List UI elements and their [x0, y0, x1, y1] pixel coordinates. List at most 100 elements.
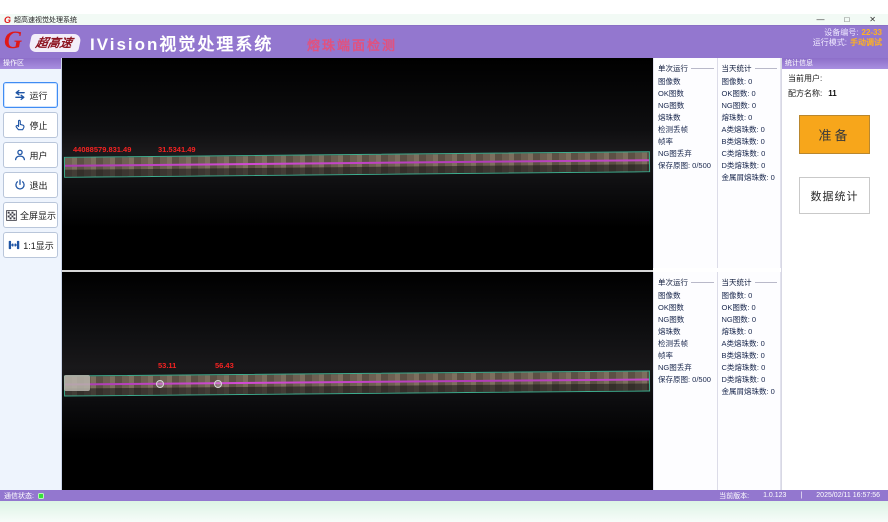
device-id-value: 22-33: [862, 28, 882, 37]
stat-row: NG图数: 0: [718, 314, 781, 326]
stats-column: 当天统计图像数: 0OK图数: 0NG图数: 0熔珠数: 0A类熔珠数: 0B类…: [718, 58, 781, 268]
stat-row: D类熔珠数: 0: [718, 160, 781, 172]
stat-row: D类熔珠数: 0: [718, 374, 781, 386]
stat-row: NG图数: 0: [718, 100, 781, 112]
stats-column-title: 单次运行: [654, 275, 717, 290]
stat-row: A类熔珠数: 0: [718, 124, 781, 136]
stats-column-title: 单次运行: [654, 61, 717, 76]
datetime-value: 2025/02/11 16:57:56: [816, 492, 880, 499]
measurement-annotation: 56.43: [215, 361, 234, 370]
one-to-one-button[interactable]: 1:1显示: [3, 232, 58, 258]
stat-row: C类熔珠数: 0: [718, 362, 781, 374]
stop-button-label: 停止: [29, 119, 47, 132]
measurement-annotation: 53.11: [158, 361, 176, 370]
comm-status-label: 通信状态:: [0, 491, 34, 501]
stat-row: B类熔珠数: 0: [718, 136, 781, 148]
app-title: IVision视觉处理系统: [90, 30, 273, 55]
brand-name: 超高速: [28, 34, 82, 52]
stat-row: 图像数: [654, 290, 717, 302]
stat-row: A类熔珠数: 0: [718, 338, 781, 350]
weld-strip-roi-bottom: [64, 370, 650, 396]
run-button[interactable]: 运行: [3, 82, 58, 108]
recipe-name-value: 11: [828, 89, 836, 98]
stat-row: OK图数: 0: [718, 302, 781, 314]
power-icon: [13, 178, 27, 192]
stat-row: C类熔珠数: 0: [718, 148, 781, 160]
sidebar-title: 操作区: [0, 58, 61, 69]
detected-bead-marker: [156, 380, 164, 388]
device-id-label: 设备编号:: [824, 28, 858, 37]
comm-status-led: [38, 493, 44, 499]
stat-row: 图像数: [654, 76, 717, 88]
statistics-info-panel: 统计信息 当前用户: 配方名称: 11 准备 数据统计: [781, 58, 888, 490]
operation-sidebar: 操作区 运行 停止 用户 退出 全屏显示 1:1显示: [0, 58, 62, 490]
maximize-button[interactable]: □: [844, 15, 849, 25]
stats-column: 当天统计图像数: 0OK图数: 0NG图数: 0熔珠数: 0A类熔珠数: 0B类…: [718, 272, 781, 490]
close-button[interactable]: ✕: [869, 15, 876, 25]
detected-bead-marker: [214, 380, 222, 388]
info-panel-title: 统计信息: [782, 58, 888, 69]
version-label: 当前版本:: [719, 491, 749, 501]
stat-row: 熔珠数: 0: [718, 112, 781, 124]
run-mode-label: 运行模式:: [813, 38, 847, 47]
camera-view-top[interactable]: 44088579.831.49 31.5341.49: [62, 58, 653, 270]
desktop-strip: [0, 501, 888, 522]
strip-shadow: [65, 164, 649, 177]
stats-column-title: 当天统计: [718, 61, 781, 76]
user-button[interactable]: 用户: [3, 142, 58, 168]
stat-row: NG图丢弃: [654, 148, 717, 160]
stop-button[interactable]: 停止: [3, 112, 58, 138]
camera-view-bottom[interactable]: 53.11 56.43: [62, 272, 653, 490]
stat-row: OK图数: [654, 302, 717, 314]
stat-row: 熔珠数: 0: [718, 326, 781, 338]
stats-column-title: 当天统计: [718, 275, 781, 290]
stats-column: 单次运行图像数OK图数NG图数熔珠数检测丢帧帧率NG图丢弃保存原图: 0/500: [654, 58, 718, 268]
stat-row: 保存原图: 0/500: [654, 374, 717, 386]
prepare-button[interactable]: 准备: [799, 115, 870, 154]
stat-row: OK图数: 0: [718, 88, 781, 100]
weld-strip-roi-top: [64, 151, 650, 178]
recipe-name-label: 配方名称:: [788, 89, 822, 98]
stat-row: 熔珠数: [654, 112, 717, 124]
stat-row: 帧率: [654, 136, 717, 148]
hand-stop-icon: [13, 118, 27, 132]
stat-row: 图像数: 0: [718, 76, 781, 88]
stat-row: 金属屑熔珠数: 0: [718, 386, 781, 398]
minimize-button[interactable]: —: [816, 15, 824, 25]
status-bar: 通信状态: 当前版本: 1.0.123 | 2025/02/11 16:57:5…: [0, 490, 888, 501]
window-title: 超高速视觉处理系统: [14, 15, 77, 25]
window-titlebar: G 超高速视觉处理系统 — □ ✕: [0, 14, 888, 26]
stat-row: 金属屑熔珠数: 0: [718, 172, 781, 184]
camera-viewport: 44088579.831.49 31.5341.49 53.11 56.43: [62, 58, 653, 490]
stat-row: NG图数: [654, 314, 717, 326]
stat-row: 保存原图: 0/500: [654, 160, 717, 172]
exit-button-label: 退出: [29, 179, 47, 192]
stat-row: B类熔珠数: 0: [718, 350, 781, 362]
status-separator: |: [800, 492, 802, 499]
current-user-label: 当前用户:: [788, 74, 822, 83]
run-mode-value: 手动调试: [850, 38, 882, 47]
fullscreen-grid-icon: [5, 209, 18, 222]
fullscreen-button[interactable]: 全屏显示: [3, 202, 58, 228]
measurement-annotation: 31.5341.49: [158, 145, 196, 154]
user-button-label: 用户: [29, 149, 47, 162]
exit-button[interactable]: 退出: [3, 172, 58, 198]
data-statistics-button[interactable]: 数据统计: [799, 177, 870, 214]
device-info: 设备编号: 22-33 运行模式:手动调试: [813, 28, 882, 48]
stat-row: 熔珠数: [654, 326, 717, 338]
version-value: 1.0.123: [763, 492, 786, 499]
stat-row: 帧率: [654, 350, 717, 362]
stat-row: 检测丢帧: [654, 338, 717, 350]
stat-row: 图像数: 0: [718, 290, 781, 302]
one-to-one-icon: [7, 238, 21, 252]
app-header: G 超高速 IVision视觉处理系统 熔珠端面检测 配方 设置 外侧相机 内侧…: [0, 26, 888, 58]
stat-row: OK图数: [654, 88, 717, 100]
stats-column: 单次运行图像数OK图数NG图数熔珠数检测丢帧帧率NG图丢弃保存原图: 0/500: [654, 272, 718, 490]
run-button-label: 运行: [29, 89, 47, 102]
fullscreen-button-label: 全屏显示: [20, 209, 56, 222]
measurement-annotation: 44088579.831.49: [73, 145, 131, 154]
stats-panel-bottom: 单次运行图像数OK图数NG图数熔珠数检测丢帧帧率NG图丢弃保存原图: 0/500…: [653, 272, 781, 490]
user-icon: [13, 148, 27, 162]
one-to-one-button-label: 1:1显示: [23, 239, 54, 252]
strip-shadow: [65, 383, 649, 395]
